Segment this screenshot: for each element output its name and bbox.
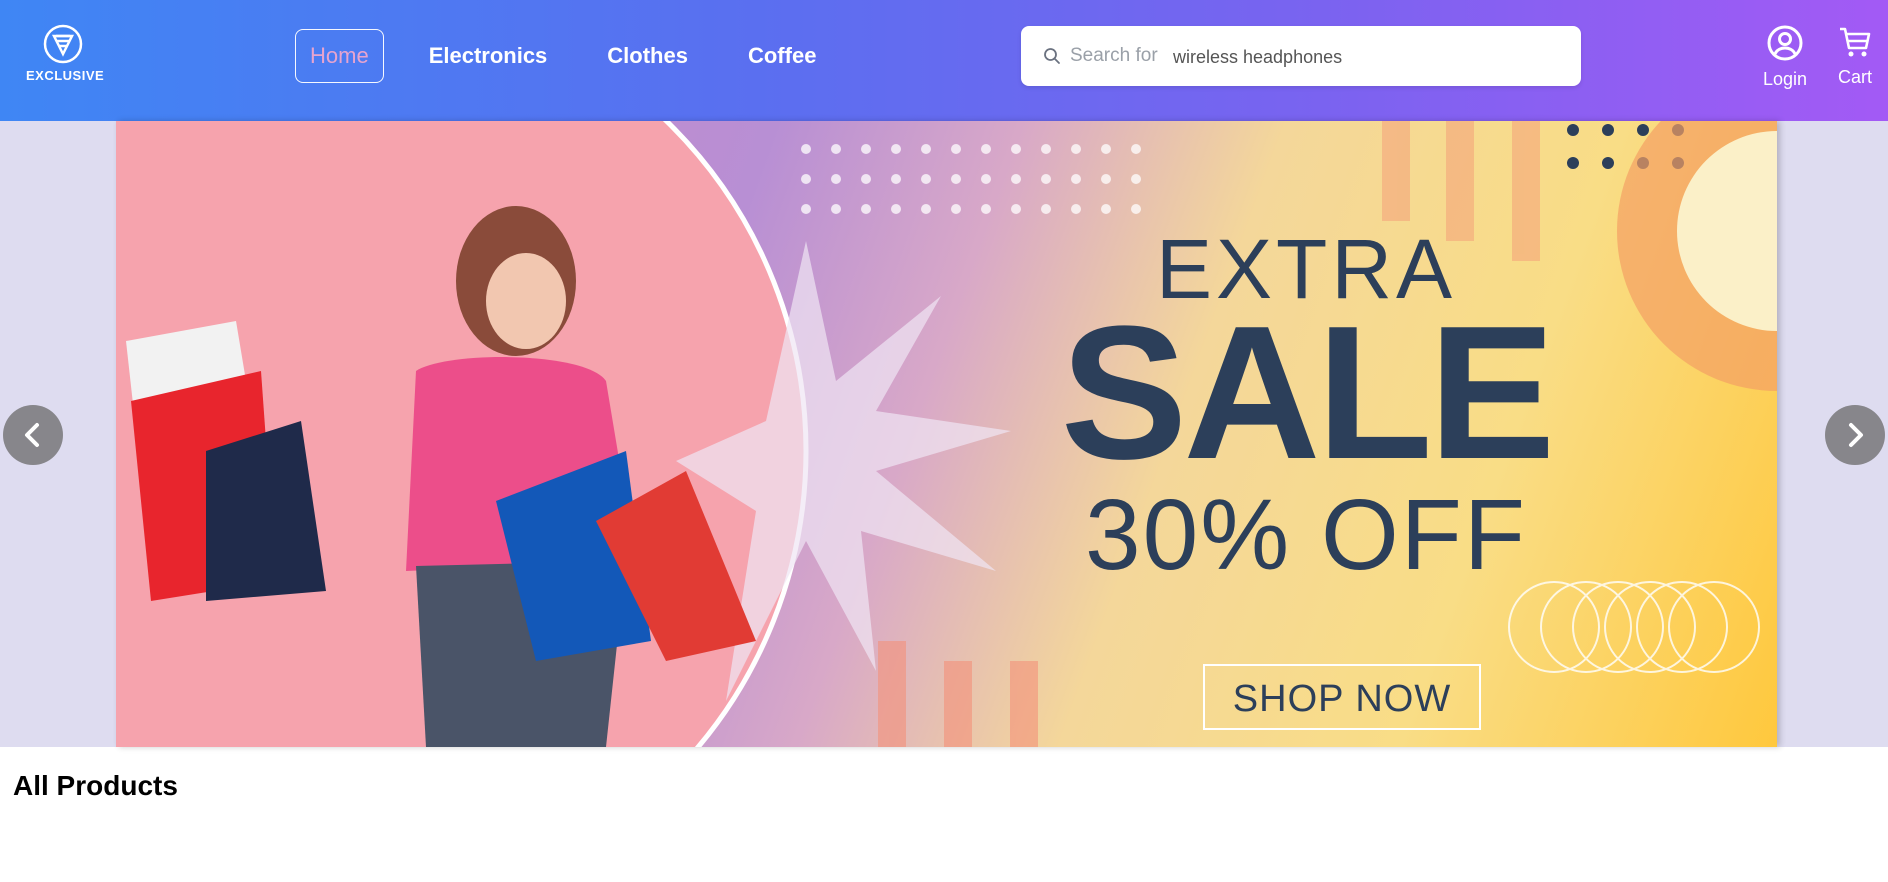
top-navbar: EXCLUSIVE Home Electronics Clothes Coffe… <box>0 0 1888 121</box>
cart-icon <box>1840 27 1871 57</box>
dot-grid <box>801 144 1141 214</box>
search-bar: Search for <box>1021 26 1581 86</box>
carousel-prev-button[interactable] <box>3 405 63 465</box>
login-label: Login <box>1762 69 1808 89</box>
model-face <box>486 253 566 349</box>
e-shield-logo-icon <box>43 24 83 64</box>
login-button[interactable]: Login <box>1750 24 1820 90</box>
banner-headline: EXTRA SALE 30% OFF <box>1046 221 1566 593</box>
shop-now-button[interactable]: SHOP NOW <box>1203 664 1481 730</box>
ring-chain <box>1508 581 1760 673</box>
main-nav: Home Electronics Clothes Coffee <box>295 29 861 83</box>
banner-line-sale: SALE <box>1060 287 1556 499</box>
brand-name: EXCLUSIVE <box>26 68 105 83</box>
banner-line-discount: 30% OFF <box>1085 479 1527 591</box>
search-label: Search for <box>1070 45 1158 66</box>
nav-link-home[interactable]: Home <box>295 29 384 83</box>
nav-link-coffee[interactable]: Coffee <box>733 29 831 83</box>
search-icon <box>1044 48 1060 64</box>
chevron-left-icon <box>25 423 39 447</box>
chevron-right-icon <box>1849 423 1863 447</box>
cart-label: Cart <box>1837 67 1872 87</box>
stripes-bottom <box>878 641 1038 747</box>
cart-button[interactable]: Cart <box>1820 24 1888 88</box>
carousel-next-button[interactable] <box>1825 405 1885 465</box>
nav-link-clothes[interactable]: Clothes <box>592 29 703 83</box>
nav-link-electronics[interactable]: Electronics <box>414 29 563 83</box>
sale-banner[interactable]: EXTRA SALE 30% OFF SHOP NOW <box>116 121 1777 747</box>
all-products-heading: All Products <box>13 770 178 801</box>
search-input[interactable] <box>1171 38 1565 76</box>
brand-logo[interactable]: EXCLUSIVE <box>26 24 105 86</box>
user-circle-icon <box>1767 25 1803 61</box>
